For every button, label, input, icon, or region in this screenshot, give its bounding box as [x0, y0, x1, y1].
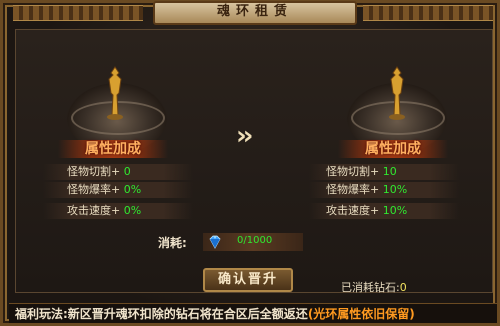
- stat-value: 10%: [382, 183, 408, 196]
- footer-text: 福利玩法:新区晋升魂环扣除的钻石将在合区后全额返还: [15, 307, 308, 321]
- right-panel-title: 属性加成: [338, 140, 448, 158]
- stat-value: 10: [382, 165, 397, 178]
- stat-value: 0%: [123, 183, 142, 196]
- confirm-upgrade-button[interactable]: 确认晋升: [203, 268, 293, 292]
- title-ornament-left: [13, 5, 143, 21]
- right-statue-icon: [389, 66, 405, 120]
- left-stat-row: 怪物切割+ 0: [67, 164, 131, 180]
- right-stat-row: 攻击速度+ 10%: [326, 203, 407, 219]
- upgrade-arrows-icon: ››: [236, 121, 254, 151]
- left-stat-row: 攻击速度+ 0%: [67, 203, 141, 219]
- left-statue-icon: [107, 66, 123, 120]
- stat-value: 0: [123, 165, 131, 178]
- right-stat-row: 怪物切割+ 10: [326, 164, 397, 180]
- footer-highlight: (光环属性依旧保留): [307, 307, 415, 321]
- stat-value: 10%: [382, 204, 408, 217]
- consumed-label: 已消耗钻石:: [341, 281, 400, 294]
- stat-label: 攻击速度+: [67, 204, 121, 217]
- left-panel-title: 属性加成: [58, 140, 168, 158]
- stat-value: 0%: [123, 204, 142, 217]
- dialog-frame: 魂环租赁 属性加成 属性加成 怪物切割+ 0 怪物爆率+ 0% 攻击速度+ 0%…: [0, 0, 500, 326]
- footer-notice: 福利玩法:新区晋升魂环扣除的钻石将在合区后全额返还(光环属性依旧保留): [9, 303, 497, 323]
- stat-label: 怪物切割+: [326, 165, 380, 178]
- consumed-diamonds: 已消耗钻石:0: [341, 279, 407, 295]
- title-ornament-right: [363, 5, 493, 21]
- cost-value: 0/1000: [237, 235, 273, 246]
- consumed-value: 0: [399, 281, 407, 294]
- right-stat-row: 怪物爆率+ 10%: [326, 182, 407, 198]
- stat-label: 攻击速度+: [326, 204, 380, 217]
- cost-label: 消耗:: [158, 236, 187, 250]
- stat-label: 怪物爆率+: [326, 183, 380, 196]
- content-panel: [15, 29, 493, 293]
- dialog-title: 魂环租赁: [153, 1, 357, 25]
- stat-label: 怪物爆率+: [67, 183, 121, 196]
- left-stat-row: 怪物爆率+ 0%: [67, 182, 141, 198]
- stat-label: 怪物切割+: [67, 165, 121, 178]
- diamond-icon: [209, 235, 221, 249]
